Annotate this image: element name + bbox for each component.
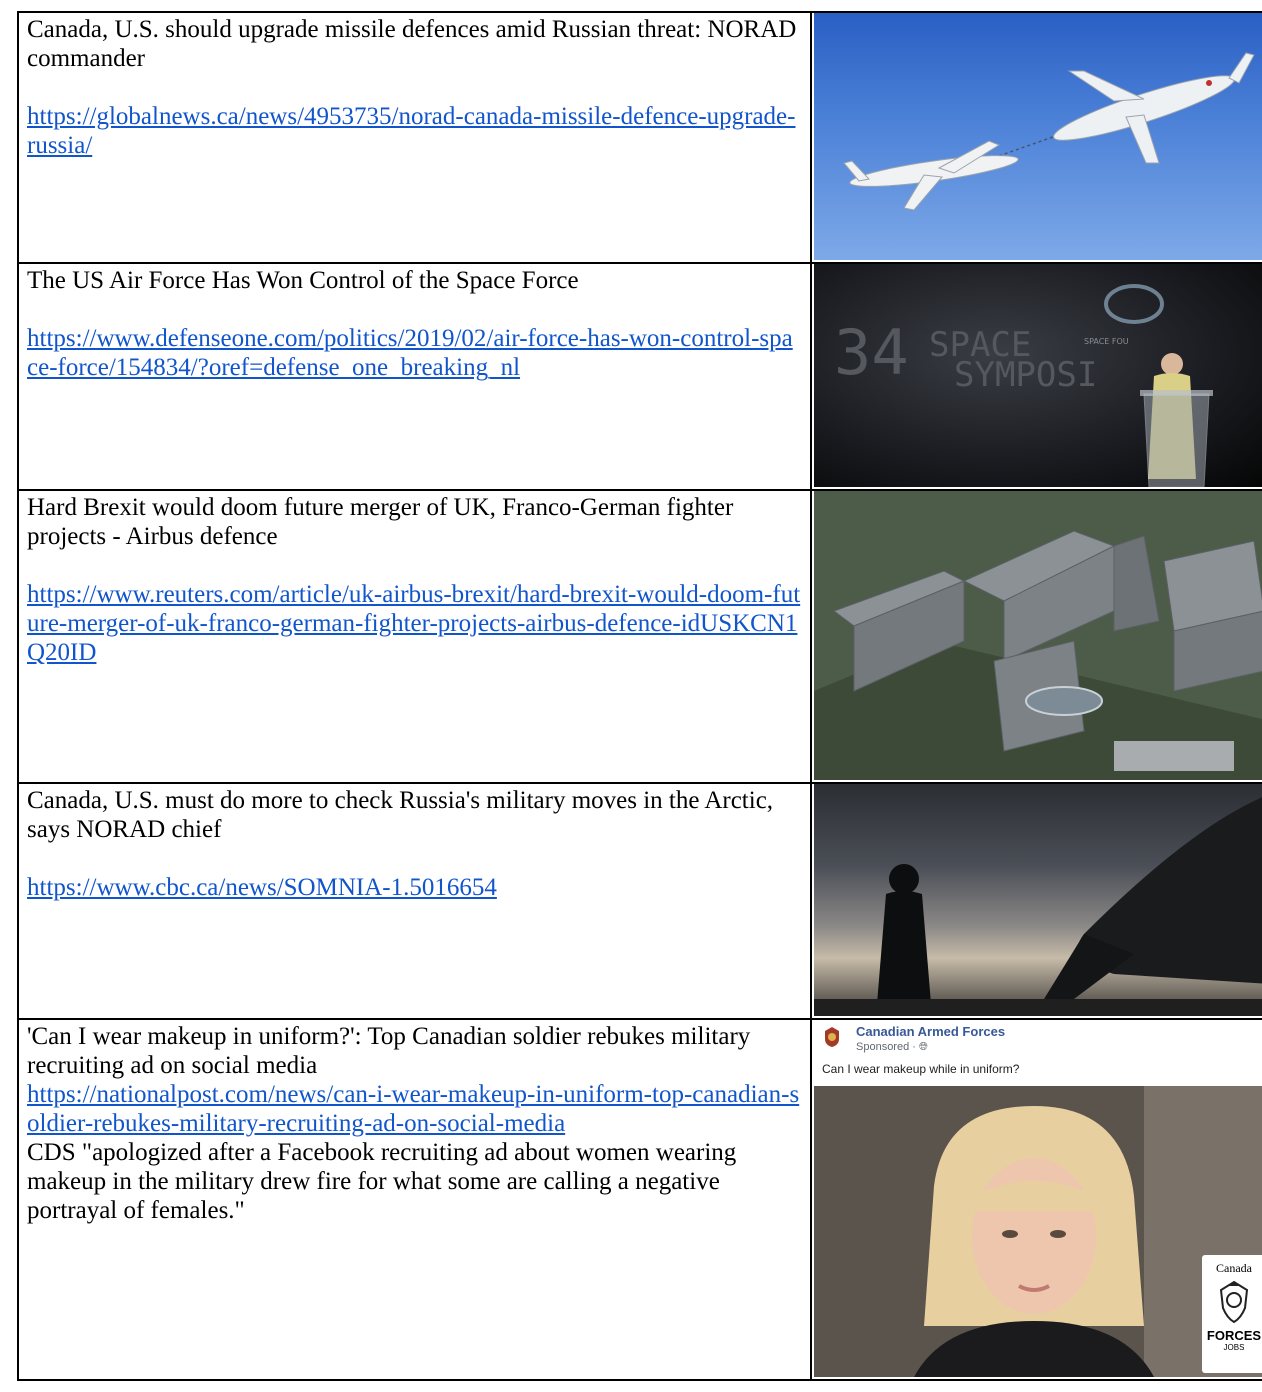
ad-sponsored-label: Sponsored ·	[856, 1041, 919, 1053]
news-image-cell	[810, 489, 1262, 784]
caf-crest-icon	[822, 1026, 842, 1047]
globe-icon: 🌐︎	[918, 1041, 928, 1053]
article-link[interactable]: https://www.reuters.com/article/uk-airbu…	[27, 581, 800, 666]
headline: The US Air Force Has Won Control of the …	[27, 267, 579, 294]
symposium-word-2: SYMPOSI	[954, 355, 1097, 395]
symposium-illustration: 34 SPACE SYMPOSI SPACE FOU	[834, 284, 1213, 487]
news-text-cell: 'Can I wear makeup in uniform?': Top Can…	[17, 1018, 812, 1381]
headline: Canada, U.S. should upgrade missile defe…	[27, 16, 797, 72]
news-image-cell: 34 SPACE SYMPOSI SPACE FOU	[810, 262, 1262, 491]
news-image-cell	[810, 11, 1262, 264]
article-note: CDS "apologized after a Facebook recruit…	[27, 1139, 737, 1224]
news-text-cell: Hard Brexit would doom future merger of …	[17, 489, 812, 784]
headline: Canada, U.S. must do more to check Russi…	[27, 787, 774, 843]
news-row: The US Air Force Has Won Control of the …	[17, 262, 1262, 491]
two-aircraft-sky-photo	[814, 13, 1262, 260]
ad-photo: Canada FORCES JOBS	[814, 1086, 1262, 1377]
article-link[interactable]: https://www.defenseone.com/politics/2019…	[27, 325, 793, 381]
headline: Hard Brexit would doom future merger of …	[27, 494, 734, 550]
silhouette-illustration	[814, 797, 1262, 1016]
ad-post-text: Can I wear makeup while in uniform?	[822, 1062, 1020, 1076]
forces-emblem-icon	[1219, 1280, 1249, 1324]
badge-canada-wordmark: Canada	[1216, 1261, 1252, 1275]
news-text-cell: Canada, U.S. should upgrade missile defe…	[17, 11, 812, 264]
aerial-illustration	[814, 491, 1262, 780]
badge-forces-label: FORCES	[1206, 1328, 1262, 1343]
symposium-number: 34	[834, 316, 909, 389]
woman-portrait-illustration	[814, 1086, 1262, 1377]
news-image-cell: Canadian Armed Forces Sponsored · 🌐︎ Can…	[810, 1018, 1262, 1381]
news-row: 'Can I wear makeup in uniform?': Top Can…	[17, 1018, 1262, 1381]
news-row: Canada, U.S. must do more to check Russi…	[17, 782, 1262, 1020]
space-symposium-speaker-photo: 34 SPACE SYMPOSI SPACE FOU	[814, 264, 1262, 487]
aerial-buildings-photo	[814, 491, 1262, 780]
aircraft-illustration	[843, 52, 1255, 211]
article-link[interactable]: https://www.cbc.ca/news/SOMNIA-1.5016654	[27, 874, 497, 901]
news-text-cell: Canada, U.S. must do more to check Russi…	[17, 782, 812, 1020]
silhouette-aircraft-photo	[814, 784, 1262, 1016]
news-row: Canada, U.S. should upgrade missile defe…	[17, 11, 1262, 264]
badge-jobs-label: JOBS	[1223, 1343, 1245, 1352]
facebook-ad-screenshot: Canadian Armed Forces Sponsored · 🌐︎ Can…	[814, 1020, 1262, 1377]
article-link[interactable]: https://nationalpost.com/news/can-i-wear…	[27, 1081, 799, 1137]
ad-page-name[interactable]: Canadian Armed Forces	[856, 1024, 1005, 1039]
news-table: Canada, U.S. should upgrade missile defe…	[17, 11, 1262, 1381]
news-text-cell: The US Air Force Has Won Control of the …	[17, 262, 812, 491]
news-row: Hard Brexit would doom future merger of …	[17, 489, 1262, 784]
news-image-cell	[810, 782, 1262, 1020]
headline: 'Can I wear makeup in uniform?': Top Can…	[27, 1023, 751, 1079]
article-link[interactable]: https://globalnews.ca/news/4953735/norad…	[27, 103, 795, 159]
symposium-small-text: SPACE FOU	[1084, 337, 1129, 346]
forces-jobs-badge: Canada FORCES JOBS	[1202, 1255, 1262, 1373]
